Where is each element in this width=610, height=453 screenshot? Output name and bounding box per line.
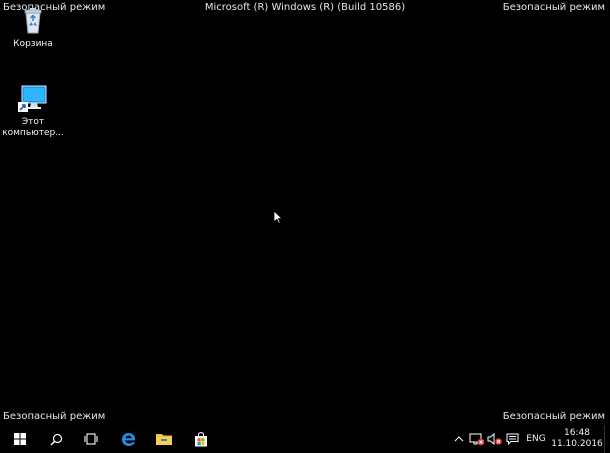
edge-icon: [121, 432, 135, 446]
desktop-icon-label: Корзина: [13, 39, 53, 49]
safe-mode-watermark-top-right: Безопасный режим: [502, 2, 605, 13]
desktop-icon-label: Этот компьютер...: [2, 117, 64, 138]
file-explorer-icon: [156, 434, 172, 445]
volume-button[interactable]: [487, 425, 503, 453]
volume-muted-icon: [487, 432, 502, 446]
desktop-icon-this-pc[interactable]: Этот компьютер...: [0, 82, 66, 139]
edge-button[interactable]: [110, 425, 146, 453]
show-hidden-icons-button[interactable]: [452, 425, 466, 453]
network-status-button[interactable]: [469, 425, 485, 453]
clock-date: 11.10.2016: [551, 439, 603, 449]
mouse-cursor-icon: [273, 209, 283, 228]
network-disconnected-icon: [469, 433, 485, 446]
start-button[interactable]: [2, 425, 38, 453]
store-icon: [195, 431, 207, 446]
language-indicator[interactable]: ENG: [524, 425, 548, 453]
store-button[interactable]: [183, 425, 219, 453]
clock-time: 16:48: [564, 428, 590, 438]
recycle-bin-icon: [17, 4, 49, 36]
desktop-icon-recycle-bin[interactable]: Корзина: [0, 4, 66, 50]
this-pc-icon: [17, 82, 49, 114]
chevron-up-icon: [454, 436, 464, 442]
windows-start-icon: [14, 433, 26, 445]
taskbar: ENG 16:48 11.10.2016: [0, 425, 610, 453]
search-icon: [50, 433, 62, 445]
safe-mode-watermark-bottom-left: Безопасный режим: [3, 411, 106, 422]
notification-icon: [506, 433, 518, 445]
show-desktop-button[interactable]: [604, 425, 610, 453]
action-center-button[interactable]: [505, 425, 519, 453]
task-view-icon: [84, 433, 98, 445]
clock[interactable]: 16:48 11.10.2016: [551, 425, 603, 453]
safe-mode-watermark-bottom-right: Безопасный режим: [502, 411, 605, 422]
desktop[interactable]: Безопасный режим Microsoft (R) Windows (…: [0, 0, 610, 453]
file-explorer-button[interactable]: [146, 425, 182, 453]
task-view-button[interactable]: [73, 425, 109, 453]
search-button[interactable]: [38, 425, 74, 453]
